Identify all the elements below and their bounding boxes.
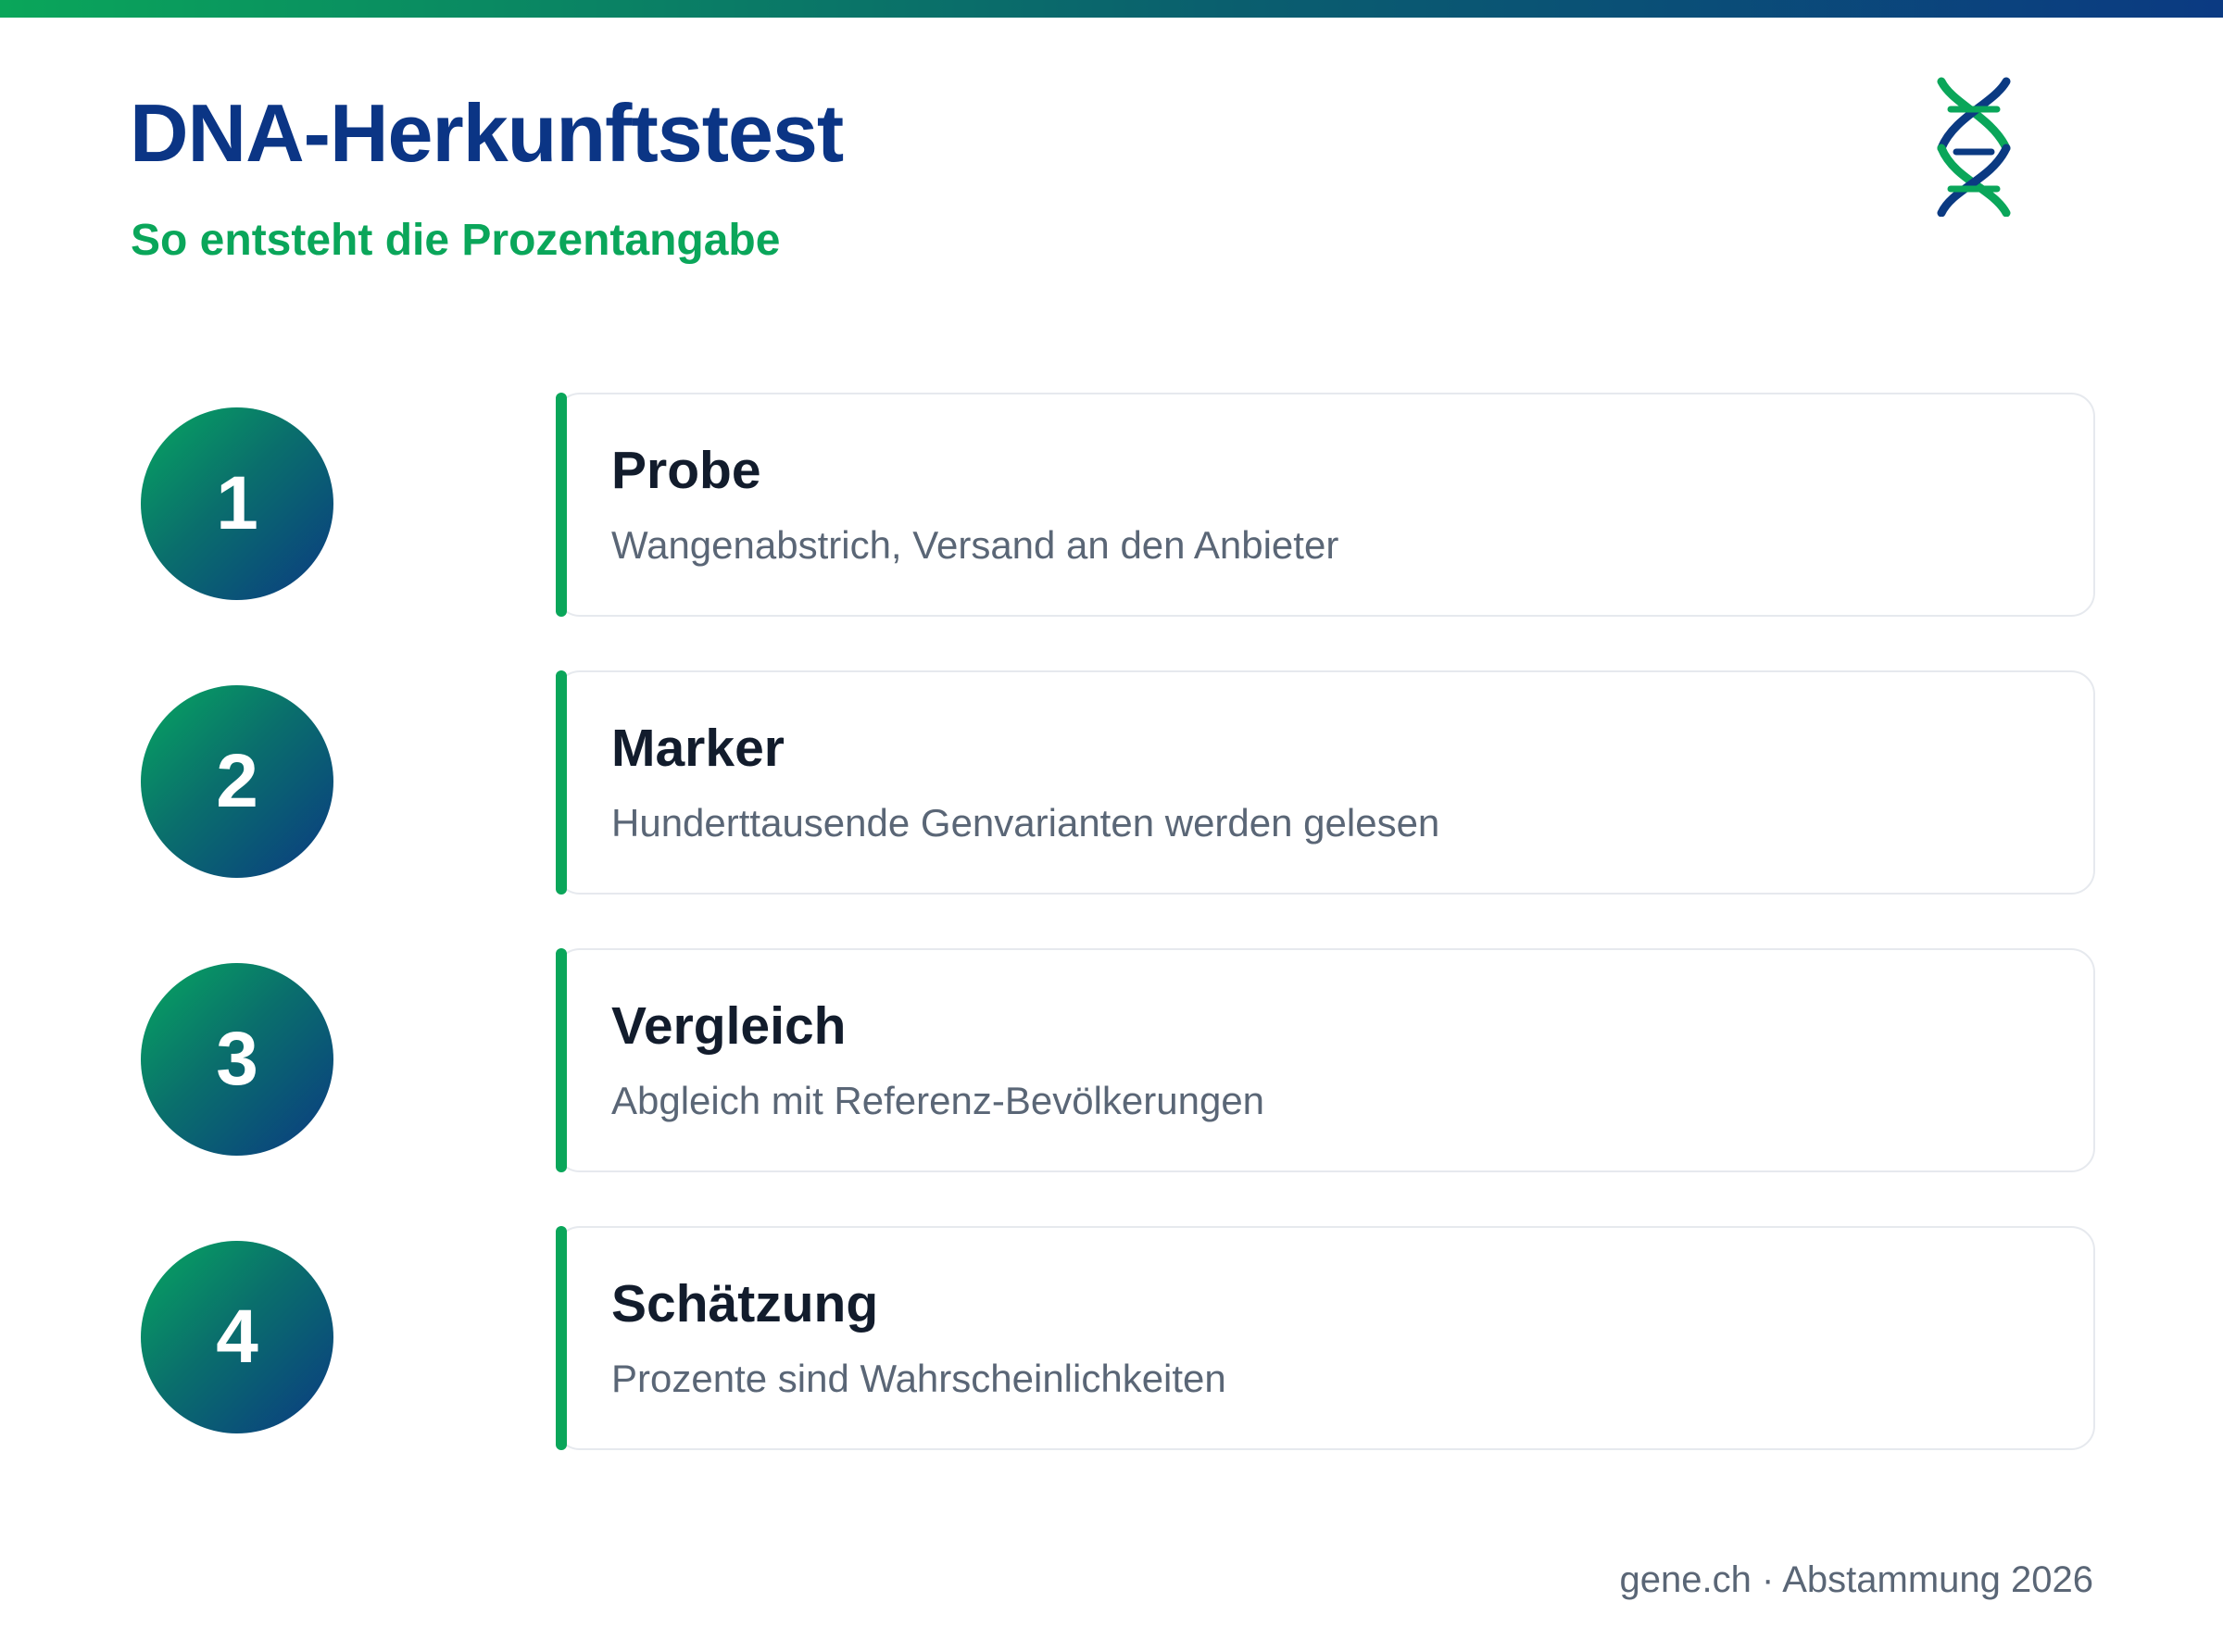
step-card (556, 1226, 2095, 1450)
step-description: Wangenabstrich, Versand an den Anbieter (611, 523, 1339, 567)
top-gradient-bar (0, 0, 2223, 18)
step-accent-bar (556, 1226, 567, 1450)
step-title: Vergleich (611, 996, 847, 1056)
step-number-badge: 2 (141, 685, 333, 878)
step-card (556, 948, 2095, 1172)
footer-credit: gene.ch · Abstammung 2026 (1619, 1559, 2093, 1600)
step-card (556, 670, 2095, 895)
page-title: DNA-Herkunftstest (130, 87, 844, 179)
step-title: Probe (611, 441, 761, 500)
step-number-badge: 3 (141, 963, 333, 1156)
step-title: Marker (611, 719, 785, 778)
step-row: 2 Marker Hunderttausende Genvarianten we… (0, 670, 2223, 895)
step-accent-bar (556, 670, 567, 895)
step-description: Hunderttausende Genvarianten werden gele… (611, 801, 1440, 845)
step-row: 3 Vergleich Abgleich mit Referenz-Bevölk… (0, 948, 2223, 1172)
step-number-badge: 1 (141, 407, 333, 600)
step-title: Schätzung (611, 1274, 879, 1333)
dna-helix-icon (1937, 77, 2011, 217)
step-description: Abgleich mit Referenz-Bevölkerungen (611, 1079, 1265, 1122)
step-row: 4 Schätzung Prozente sind Wahrscheinlich… (0, 1226, 2223, 1450)
step-number-badge: 4 (141, 1241, 333, 1433)
page-subtitle: So entsteht die Prozentangabe (131, 216, 781, 265)
step-description: Prozente sind Wahrscheinlichkeiten (611, 1357, 1226, 1400)
step-card (556, 393, 2095, 617)
step-accent-bar (556, 393, 567, 617)
step-accent-bar (556, 948, 567, 1172)
step-row: 1 Probe Wangenabstrich, Versand an den A… (0, 393, 2223, 617)
